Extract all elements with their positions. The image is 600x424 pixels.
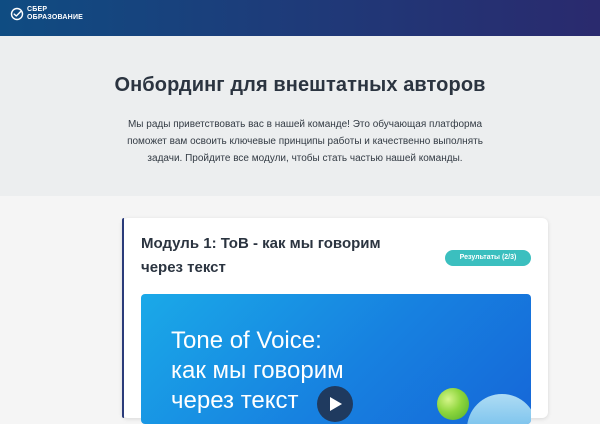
logo[interactable]: СБЕР ОБРАЗОВАНИЕ (10, 6, 83, 22)
video-title-line-1: Tone of Voice: (171, 327, 322, 354)
video-title-line-2: как мы говорим (171, 357, 344, 384)
decorative-ball (437, 388, 469, 420)
module-title: Модуль 1: ToB - как мы говорим через тек… (141, 235, 381, 276)
results-badge[interactable]: Результаты (2/3) (445, 250, 531, 266)
hero-section: Онбординг для внештатных авторов Мы рады… (0, 36, 600, 196)
module-card[interactable]: Модуль 1: ToB - как мы говорим через тек… (122, 218, 548, 424)
page-description: Мы рады приветствовать вас в нашей коман… (127, 119, 483, 164)
logo-line-2: ОБРАЗОВАНИЕ (27, 14, 84, 21)
play-button[interactable] (317, 386, 353, 422)
play-icon (330, 397, 342, 411)
card-accent (122, 218, 124, 418)
logo-text: СБЕР ОБРАЗОВАНИЕ (27, 6, 83, 22)
logo-line-1: СБЕР (27, 6, 48, 13)
sber-logo-icon (10, 7, 24, 21)
page-title: Онбординг для внештатных авторов (114, 74, 486, 96)
top-bar: СБЕР ОБРАЗОВАНИЕ (0, 0, 600, 36)
video-thumbnail[interactable]: Tone of Voice: как мы говорим через текс… (141, 294, 531, 424)
